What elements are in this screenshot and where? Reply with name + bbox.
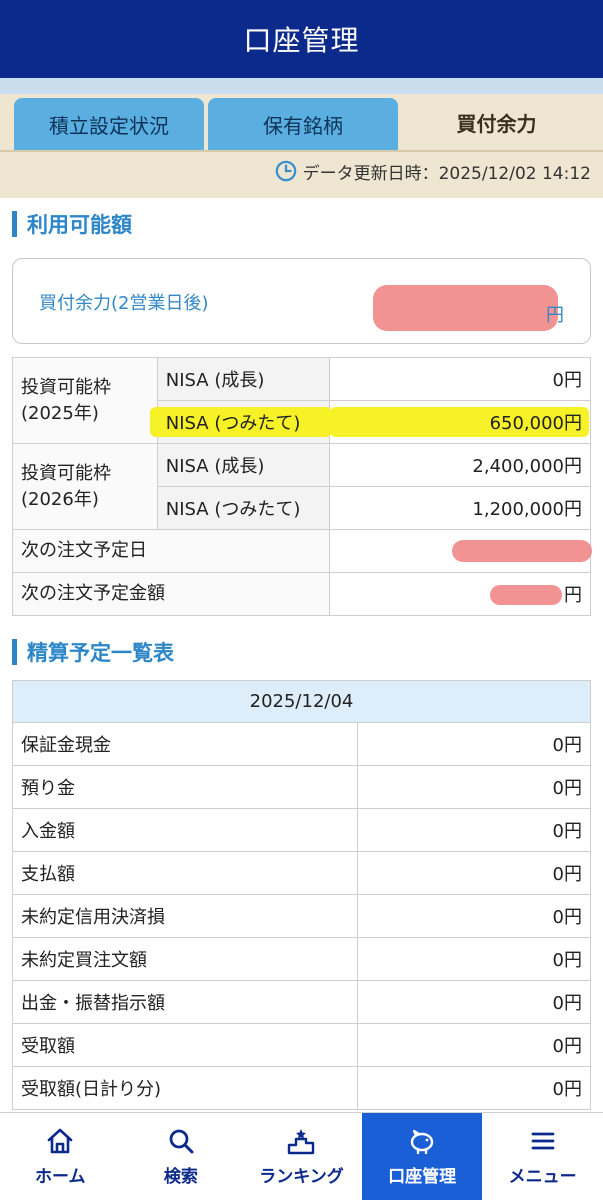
limit-row-name: NISA (成長): [156, 357, 331, 401]
limit-row-name-highlighted: NISA (つみたて): [149, 400, 332, 444]
settlement-row-value: 0円: [357, 722, 591, 766]
next-order-amount-value: 円: [329, 572, 591, 616]
settlement-row-label: 受取額(日計り分): [11, 1066, 359, 1110]
limit-row-name: NISA (つみたて): [156, 486, 331, 530]
next-order-amount-label: 次の注文予定金額: [11, 572, 331, 616]
table-row: 投資可能枠 (2025年) NISA (成長) 0円: [12, 357, 591, 444]
nav-label: メニュー: [508, 1167, 577, 1187]
table-row: 受取額 0円: [11, 1023, 591, 1067]
bottom-nav: ホーム 検索 ランキング 口座管理 メニュー: [0, 1112, 603, 1200]
table-row: 次の注文予定日: [11, 529, 593, 573]
settlement-row-value: 0円: [357, 765, 591, 809]
home-icon: [47, 1128, 73, 1154]
nav-label: ランキング: [259, 1167, 344, 1187]
table-row: 出金・振替指示額 0円: [11, 980, 591, 1024]
nav-menu[interactable]: メニュー: [482, 1113, 603, 1200]
section-title: 利用可能額: [27, 213, 132, 237]
podium-icon: [288, 1129, 315, 1155]
settlement-row-label: 未約定買注文額: [11, 937, 359, 981]
redaction-mark: [452, 540, 593, 562]
nav-label: 検索: [163, 1167, 198, 1187]
hamburger-icon: [531, 1132, 555, 1150]
limit-year-text: 投資可能枠 (2026年): [21, 462, 111, 510]
settlement-row-value: 0円: [357, 851, 591, 895]
tab-label: 保有銘柄: [263, 113, 343, 138]
limit-row-value: 2,400,000円: [329, 443, 591, 487]
nav-home[interactable]: ホーム: [0, 1113, 121, 1200]
table-row: 次の注文予定金額 円: [11, 572, 591, 616]
limit-row-value-highlighted: 650,000円: [329, 400, 591, 444]
limit-year2-label: 投資可能枠 (2026年): [12, 443, 158, 530]
tab-label: 買付余力: [456, 111, 537, 136]
clock-icon: [275, 160, 296, 182]
settlement-row-value: 0円: [357, 808, 591, 852]
settlement-row-value: 0円: [357, 894, 591, 938]
table-row: 入金額 0円: [11, 808, 591, 852]
piggy-bank-icon: [410, 1129, 434, 1155]
limit-row-value-text: 650,000円: [489, 413, 582, 434]
investment-limit-table: 投資可能枠 (2025年) NISA (成長) 0円 NISA (つみたて) 6…: [11, 357, 593, 616]
settlement-row-value: 0円: [357, 980, 591, 1024]
section-bar: [12, 211, 17, 237]
settlement-row-label: 未約定信用決済損: [11, 894, 359, 938]
next-order-date-label: 次の注文予定日: [11, 529, 331, 573]
redaction-mark: [373, 285, 558, 331]
tab-holdings[interactable]: 保有銘柄: [208, 98, 398, 150]
settlement-row-value: 0円: [357, 1066, 591, 1110]
settlement-row-value: 0円: [357, 1023, 591, 1067]
page-title: 口座管理: [243, 24, 360, 57]
limit-row-value: 0円: [329, 357, 591, 401]
settlement-row-label: 預り金: [11, 765, 359, 809]
table-row: 投資可能枠 (2026年) NISA (成長) 2,400,000円: [12, 443, 591, 530]
nav-account[interactable]: 口座管理: [361, 1113, 483, 1200]
tab-bar: 積立設定状況 保有銘柄 買付余力 データ更新日時：2025/12/02 14:1…: [0, 94, 603, 198]
buying-power-label: 買付余力(2営業日後): [39, 293, 209, 314]
update-label: データ更新日時：2025/12/02 14:12: [302, 163, 591, 184]
nav-search[interactable]: 検索: [121, 1113, 242, 1200]
nav-label: ホーム: [35, 1167, 86, 1187]
settlement-row-value: 0円: [357, 937, 591, 981]
nav-ranking[interactable]: ランキング: [241, 1113, 362, 1200]
limit-year1-label: 投資可能枠 (2025年): [12, 357, 158, 444]
table-row: 未約定信用決済損 0円: [11, 894, 591, 938]
settlement-table: 2025/12/04 保証金現金 0円 預り金 0円 入金額 0円 支払額 0円 未約定…: [11, 680, 591, 1110]
limit-row-name-text: NISA (つみたて): [165, 413, 301, 434]
tab-label: 積立設定状況: [49, 113, 169, 138]
nav-label: 口座管理: [388, 1167, 457, 1187]
section-bar: [12, 639, 17, 665]
next-order-amount-unit: 円: [564, 585, 582, 606]
settlement-row-label: 出金・振替指示額: [11, 980, 359, 1024]
table-row: 預り金 0円: [11, 765, 591, 809]
table-row: 未約定買注文額 0円: [11, 937, 591, 981]
settlement-row-label: 支払額: [11, 851, 359, 895]
header-divider: [0, 78, 603, 94]
redaction-mark: [490, 585, 563, 605]
search-icon: [169, 1129, 194, 1154]
next-order-date-value: [329, 529, 593, 573]
buying-power-card: 買付余力(2営業日後) 円: [12, 258, 591, 344]
section-settlement: 精算予定一覧表: [12, 636, 174, 668]
data-update-time: データ更新日時：2025/12/02 14:12: [275, 156, 591, 186]
settlement-date: 2025/12/04: [12, 680, 591, 723]
table-row: 保証金現金 0円: [11, 722, 591, 766]
section-available: 利用可能額: [12, 208, 132, 240]
table-row: 支払額 0円: [11, 851, 591, 895]
table-row: 受取額(日計り分) 0円: [11, 1066, 591, 1110]
section-title: 精算予定一覧表: [27, 641, 174, 665]
settlement-row-label: 入金額: [11, 808, 359, 852]
tab-tsumitate-settings[interactable]: 積立設定状況: [14, 98, 204, 150]
limit-row-value: 1,200,000円: [329, 486, 591, 530]
settlement-row-label: 受取額: [11, 1023, 359, 1067]
settlement-row-label: 保証金現金: [11, 722, 359, 766]
tab-buying-power[interactable]: 買付余力: [402, 94, 591, 150]
buying-power-unit: 円: [546, 305, 564, 326]
limit-row-name: NISA (成長): [156, 443, 331, 487]
table-header-row: 2025/12/04: [12, 680, 591, 723]
limit-year-text: 投資可能枠 (2025年): [21, 376, 111, 424]
app-header: 口座管理: [0, 0, 603, 78]
tab-underline: [0, 150, 603, 152]
